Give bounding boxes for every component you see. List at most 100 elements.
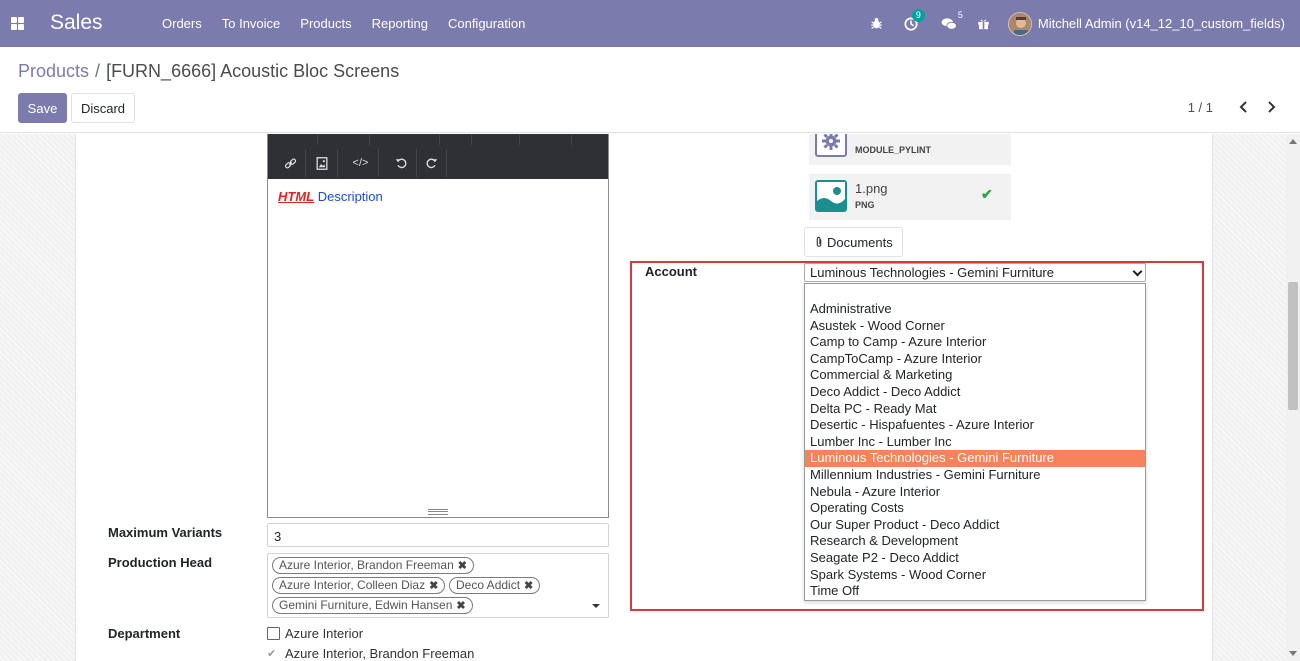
dropdown-option[interactable]: Deco Addict - Deco Addict	[805, 384, 1145, 401]
breadcrumb: Products / [FURN_6666] Acoustic Bloc Scree…	[18, 61, 399, 82]
pager-next-icon[interactable]	[1264, 99, 1278, 115]
messages-count-badge: 5	[957, 10, 963, 20]
dropdown-option[interactable]: Spark Systems - Wood Corner	[805, 567, 1145, 584]
scrollbar-thumb[interactable]	[1288, 282, 1298, 410]
dropdown-option[interactable]: Millennium Industries - Gemini Furniture	[805, 467, 1145, 484]
chevron-down-icon[interactable]	[592, 604, 600, 608]
user-avatar[interactable]	[1007, 11, 1032, 36]
pager-value[interactable]: 1 / 1	[1188, 100, 1213, 115]
dropdown-option[interactable]: Administrative	[805, 301, 1145, 318]
chevron-down-icon[interactable]	[1132, 266, 1143, 277]
undo-icon[interactable]	[386, 149, 417, 177]
toolbar-button[interactable]	[440, 134, 472, 145]
image-icon[interactable]	[306, 149, 338, 177]
menu-orders[interactable]: Orders	[152, 0, 212, 47]
account-select[interactable]: Luminous Technologies - Gemini Furniture	[804, 263, 1146, 282]
control-panel: Products / [FURN_6666] Acoustic Bloc Scree…	[0, 47, 1300, 133]
dropdown-option[interactable]: Lumber Inc - Lumber Inc	[805, 434, 1145, 451]
activity-count-badge: 9	[911, 9, 925, 22]
tag-label: Azure Interior, Colleen Diaz	[279, 578, 426, 592]
breadcrumb-current: [FURN_6666] Acoustic Bloc Screens	[106, 61, 400, 81]
tag-remove-icon[interactable]: ✖	[456, 600, 465, 612]
attachment-ext: MODULE_PYLINT	[855, 145, 932, 155]
tag-chip: Gemini Furniture, Edwin Hansen ✖	[272, 597, 473, 614]
attachment-card[interactable]: MODULE_PYLINT ✔	[809, 134, 1011, 165]
toolbar-button[interactable]	[268, 134, 318, 145]
menu-configuration[interactable]: Configuration	[438, 0, 535, 47]
save-button[interactable]: Save	[18, 93, 67, 123]
dropdown-option[interactable]: Camp to Camp - Azure Interior	[805, 334, 1145, 351]
scroll-up-icon[interactable]	[1289, 139, 1297, 144]
department-option-label[interactable]: Azure Interior	[285, 626, 363, 641]
department-option-label[interactable]: Azure Interior, Brandon Freeman	[285, 646, 474, 661]
html-description-editor[interactable]: </> HTML Description	[267, 134, 609, 518]
tag-chip: Deco Addict ✖	[449, 577, 541, 594]
tag-remove-icon[interactable]: ✖	[524, 580, 533, 592]
code-view-icon[interactable]: </>	[343, 149, 379, 177]
tag-remove-icon[interactable]: ✖	[458, 560, 467, 572]
attachment-name: 1.png	[855, 181, 888, 196]
toolbar-button[interactable]	[318, 134, 370, 145]
check-icon[interactable]: ✔	[267, 647, 276, 660]
gift-icon[interactable]	[968, 0, 1000, 47]
attachment-card[interactable]: 1.png PNG ✔	[809, 174, 1011, 220]
user-name[interactable]: Mitchell Admin (v14_12_10_custom_fields)	[1038, 16, 1285, 31]
max-variants-input[interactable]: 3	[267, 523, 609, 547]
messages-icon[interactable]: 5	[930, 0, 968, 47]
dropdown-option[interactable]: Asustek - Wood Corner	[805, 318, 1145, 335]
dropdown-option[interactable]: Our Super Product - Deco Addict	[805, 517, 1145, 534]
documents-label: Documents	[827, 234, 893, 250]
toolbar-button[interactable]	[524, 134, 572, 145]
breadcrumb-separator: /	[95, 61, 101, 81]
production-head-label: Production Head	[108, 555, 213, 570]
dropdown-option[interactable]: Delta PC - Ready Mat	[805, 401, 1145, 418]
dropdown-option-selected[interactable]: Luminous Technologies - Gemini Furniture	[805, 450, 1145, 467]
dropdown-option[interactable]: Operating Costs	[805, 500, 1145, 517]
bug-icon[interactable]	[862, 0, 892, 47]
link-icon[interactable]	[275, 149, 306, 177]
menu-reporting[interactable]: Reporting	[362, 0, 438, 47]
dropdown-option[interactable]: Nebula - Azure Interior	[805, 484, 1145, 501]
dropdown-option[interactable]: Seagate P2 - Deco Addict	[805, 550, 1145, 567]
account-dropdown-list: Administrative Asustek - Wood Corner Cam…	[804, 283, 1146, 601]
menu-to-invoice[interactable]: To Invoice	[212, 0, 291, 47]
max-variants-value: 3	[274, 529, 282, 544]
check-icon: ✔	[981, 186, 993, 202]
account-selected-value: Luminous Technologies - Gemini Furniture	[810, 265, 1054, 280]
dropdown-option[interactable]: Research & Development	[805, 533, 1145, 550]
paperclip-icon	[816, 236, 822, 247]
max-variants-label: Maximum Variants	[108, 525, 223, 540]
production-head-tags-field[interactable]: Azure Interior, Brandon Freeman ✖ Azure I…	[267, 553, 609, 618]
form-view: </> HTML Description Maximum Variants 3 …	[0, 134, 1286, 661]
tag-chip: Azure Interior, Colleen Diaz ✖	[272, 577, 446, 594]
dropdown-option[interactable]: Desertic - Hispafuentes - Azure Interior	[805, 417, 1145, 434]
account-label: Account	[645, 264, 697, 279]
scroll-down-icon[interactable]	[1289, 651, 1297, 656]
tag-label: Azure Interior, Brandon Freeman	[279, 558, 454, 572]
activity-icon[interactable]: 9	[892, 0, 930, 47]
attachment-ext: PNG	[855, 200, 875, 210]
editor-content[interactable]: HTML Description	[278, 189, 383, 204]
documents-button[interactable]: Documents	[804, 227, 903, 257]
form-sheet: </> HTML Description Maximum Variants 3 …	[75, 134, 1213, 661]
dropdown-option[interactable]: CampToCamp - Azure Interior	[805, 351, 1145, 368]
menu-products[interactable]: Products	[290, 0, 361, 47]
department-label: Department	[108, 626, 181, 641]
app-name[interactable]: Sales	[50, 11, 103, 35]
toolbar-button[interactable]	[472, 134, 520, 145]
toolbar-button[interactable]	[370, 134, 440, 145]
main-menu: Orders To Invoice Products Reporting Con…	[152, 0, 535, 47]
dropdown-option[interactable]: Time Off	[805, 583, 1145, 600]
tag-remove-icon[interactable]: ✖	[429, 580, 438, 592]
pager-previous-icon[interactable]	[1237, 99, 1251, 115]
discard-button[interactable]: Discard	[71, 93, 135, 123]
page-scrollbar[interactable]	[1286, 134, 1300, 661]
dropdown-option[interactable]: Commercial & Marketing	[805, 367, 1145, 384]
breadcrumb-products-link[interactable]: Products	[18, 61, 89, 81]
apps-menu-icon[interactable]	[11, 17, 24, 30]
department-checkbox[interactable]	[267, 627, 280, 640]
redo-icon[interactable]	[417, 149, 447, 177]
tag-label: Deco Addict	[456, 578, 521, 592]
editor-text-description: Description	[317, 189, 383, 204]
editor-resize-handle[interactable]	[428, 509, 448, 515]
